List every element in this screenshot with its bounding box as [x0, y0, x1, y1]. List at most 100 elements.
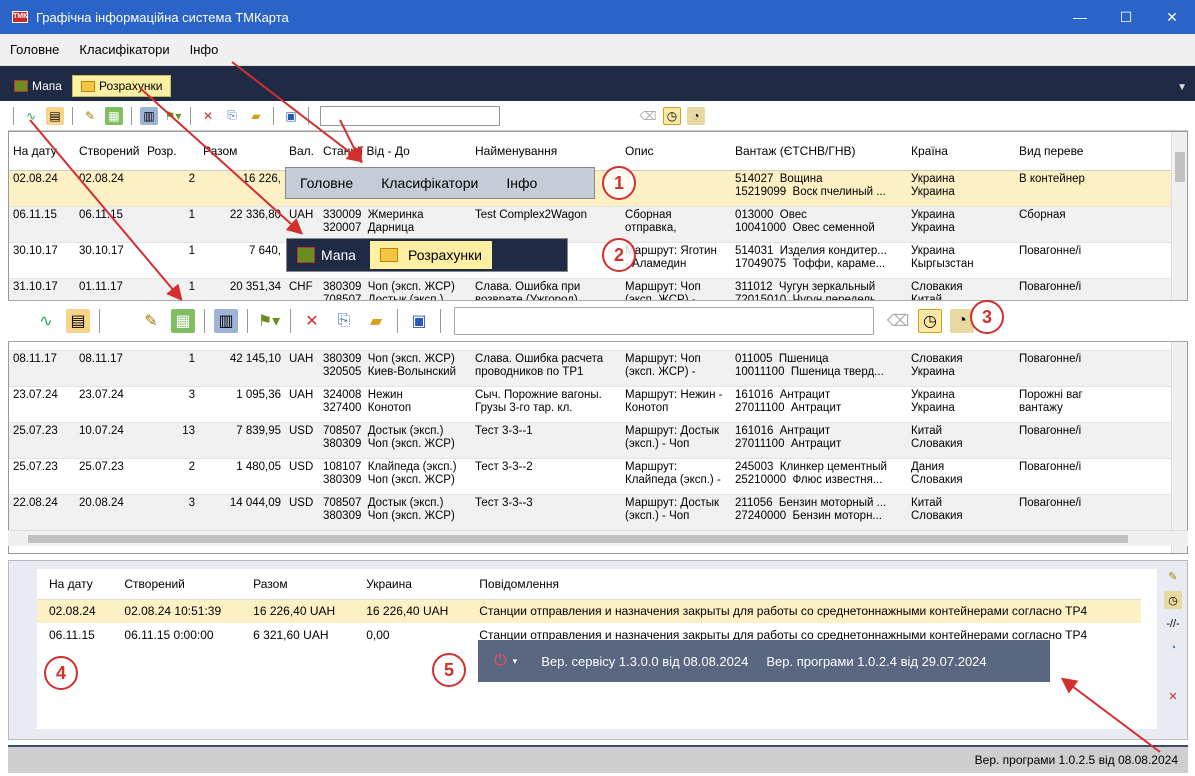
cell-desc: Маршрут: Яготин - Аламедин — [621, 242, 731, 279]
table-icon[interactable]: ▦ — [105, 106, 123, 125]
horizontal-scrollbar[interactable] — [8, 530, 1188, 546]
delete-icon[interactable]: ✕ — [1164, 687, 1182, 705]
menu-item-info[interactable]: Інфо — [180, 42, 229, 57]
cell-desc — [621, 170, 731, 207]
cell-date: 22.08.24 — [9, 494, 75, 531]
report-icon[interactable]: ◷ — [1164, 591, 1182, 609]
calc-icon[interactable]: ◔ — [1164, 639, 1182, 657]
report-alt-icon[interactable]: ◔ — [687, 106, 705, 125]
save-icon[interactable]: ▣ — [282, 107, 300, 125]
separator-label[interactable]: -//- — [1164, 615, 1182, 633]
col-created[interactable]: Створений — [75, 132, 143, 171]
cell-type: Повагонне/і — [1015, 350, 1179, 387]
menu-item-classifiers[interactable]: Класифікатори — [69, 42, 179, 57]
cell-name: Тест 3-3--3 — [471, 494, 621, 531]
tmk-logo-icon: ТМК — [12, 11, 28, 23]
menu-item-main[interactable]: Головне — [0, 42, 69, 57]
results-col-message[interactable]: Повідомлення — [467, 569, 1141, 600]
route-icon[interactable]: ∿ — [22, 107, 40, 125]
col-cargo[interactable]: Вантаж (ЄТСНВ/ГНВ) — [731, 132, 907, 171]
edit-icon[interactable]: ✎ — [139, 309, 163, 333]
version-callout: ⏻ ▾ Вер. сервісу 1.3.0.0 від 08.08.2024 … — [478, 640, 1050, 682]
edit-icon[interactable]: ✎ — [1164, 567, 1182, 585]
open-folder-icon[interactable]: ▰ — [364, 309, 388, 333]
results-col-ukraine[interactable]: Украина — [354, 569, 468, 600]
open-folder-icon[interactable]: ▰ — [247, 107, 265, 125]
calculator-icon[interactable]: ▥ — [214, 309, 238, 333]
col-calc[interactable]: Розр. — [143, 132, 199, 171]
col-stations[interactable]: Станції Від - До — [319, 132, 471, 171]
cell-desc: Маршрут: Достык (эксп.) - Чоп — [621, 422, 731, 459]
cell-currency: USD — [285, 494, 319, 531]
col-transport-type[interactable]: Вид переве — [1015, 132, 1179, 171]
cell-type: Повагонне/і — [1015, 458, 1179, 495]
save-icon[interactable]: ▣ — [407, 309, 431, 333]
copy-icon[interactable]: ⎘ — [223, 107, 241, 125]
maximize-button[interactable]: ☐ — [1103, 0, 1149, 34]
eraser-icon[interactable]: ⌫ — [639, 107, 657, 125]
cell-cargo: 514031 Изделия кондитер... 17049075 Тофф… — [731, 242, 907, 279]
col-name[interactable]: Найменування — [471, 132, 621, 171]
map-dropdown-icon[interactable]: ⚑▾ — [164, 107, 182, 125]
report-icon[interactable]: ◷ — [663, 106, 681, 125]
cell-date: 06.11.15 — [9, 206, 75, 243]
results-col-created[interactable]: Створений — [112, 569, 242, 600]
status-version: Вер. програми 1.0.2.5 від 08.08.2024 — [974, 753, 1178, 767]
table-row[interactable]: 06.11.15 06.11.15 1 22 336,80 UAH 330009 Жмер… — [9, 206, 1179, 243]
search-input[interactable] — [454, 307, 874, 335]
col-country[interactable]: Країна — [907, 132, 1015, 171]
badge-1: 1 — [602, 166, 636, 200]
route-icon[interactable]: ∿ — [34, 309, 58, 333]
badge-4: 4 — [44, 656, 78, 690]
col-currency[interactable]: Вал. — [285, 132, 319, 171]
cell-calc: 2 — [143, 458, 199, 495]
table-icon[interactable]: ▦ — [171, 309, 195, 333]
cell-type: В контейнер — [1015, 170, 1179, 207]
tab-calculations[interactable]: Розрахунки — [71, 75, 172, 97]
vertical-scrollbar[interactable] — [1171, 132, 1187, 553]
results-cell-msg: Станции отправления и назначения закрыты… — [467, 599, 1141, 623]
col-date[interactable]: На дату — [9, 132, 75, 171]
edit-icon[interactable]: ✎ — [81, 107, 99, 125]
document-icon[interactable]: ▤ — [66, 309, 90, 333]
document-icon[interactable]: ▤ — [46, 106, 64, 125]
results-col-date[interactable]: На дату — [37, 569, 113, 600]
calculations-grid[interactable]: На дату Створений Розр. Разом Вал. Станц… — [8, 131, 1188, 554]
cell-date: 02.08.24 — [9, 170, 75, 207]
tab-map[interactable]: Мапа — [6, 75, 70, 97]
folder-icon — [80, 80, 95, 92]
dropdown-icon[interactable]: ▾ — [513, 656, 518, 667]
table-row[interactable]: 30.10.1730.10.1717 640,...овМаршрут: Яго… — [9, 242, 1179, 279]
cell-type: Порожні ваг вантажу — [1015, 386, 1179, 423]
table-row[interactable]: 25.07.23 10.07.24 13 7 839,95 USD 708507 Дост… — [9, 422, 1179, 459]
results-cell-ua: 16 226,40 UAH — [354, 599, 468, 623]
cell-calc: 1 — [143, 206, 199, 243]
tab-map-label: Мапа — [32, 79, 62, 93]
cell-name: Сыч. Порожние вагоны. Грузы 3-го тар. кл… — [471, 386, 621, 423]
cell-stations: 324008 Нежин 327400 Конотоп — [319, 386, 471, 423]
col-desc[interactable]: Опис — [621, 132, 731, 171]
results-col-total[interactable]: Разом — [241, 569, 355, 600]
map-dropdown-icon[interactable]: ⚑▾ — [257, 309, 281, 333]
col-total[interactable]: Разом — [199, 132, 285, 171]
copy-icon[interactable]: ⎘ — [332, 309, 356, 333]
calculator-icon[interactable]: ▥ — [140, 106, 158, 125]
cell-desc: Маршрут: Достык (эксп.) - Чоп — [621, 494, 731, 531]
chevron-down-icon[interactable]: ▼ — [1177, 82, 1187, 93]
close-button[interactable]: ✕ — [1149, 0, 1195, 34]
results-row[interactable]: 02.08.24 02.08.24 10:51:39 16 226,40 UAH 16… — [37, 599, 1141, 623]
minimize-button[interactable]: — — [1057, 0, 1103, 34]
delete-icon[interactable]: ✕ — [300, 309, 324, 333]
delete-icon[interactable]: ✕ — [199, 107, 217, 125]
search-input[interactable] — [320, 105, 500, 126]
cell-created: 25.07.23 — [75, 458, 143, 495]
power-icon[interactable]: ⏻ — [494, 652, 507, 670]
table-row[interactable]: 08.11.17 08.11.17 1 42 145,10 UAH 380309 Чоп … — [9, 350, 1179, 387]
cell-date: 08.11.17 — [9, 350, 75, 387]
cell-total: 42 145,10 — [199, 350, 285, 387]
eraser-icon[interactable]: ⌫ — [886, 309, 910, 333]
report-icon[interactable]: ◷ — [918, 309, 942, 333]
table-row[interactable]: 22.08.24 20.08.24 3 14 044,09 USD 708507 Дост… — [9, 494, 1179, 531]
table-row[interactable]: 23.07.24 23.07.24 3 1 095,36 UAH 324008 Нежин… — [9, 386, 1179, 423]
table-row[interactable]: 25.07.23 25.07.23 2 1 480,05 USD 108107 Клайп… — [9, 458, 1179, 495]
